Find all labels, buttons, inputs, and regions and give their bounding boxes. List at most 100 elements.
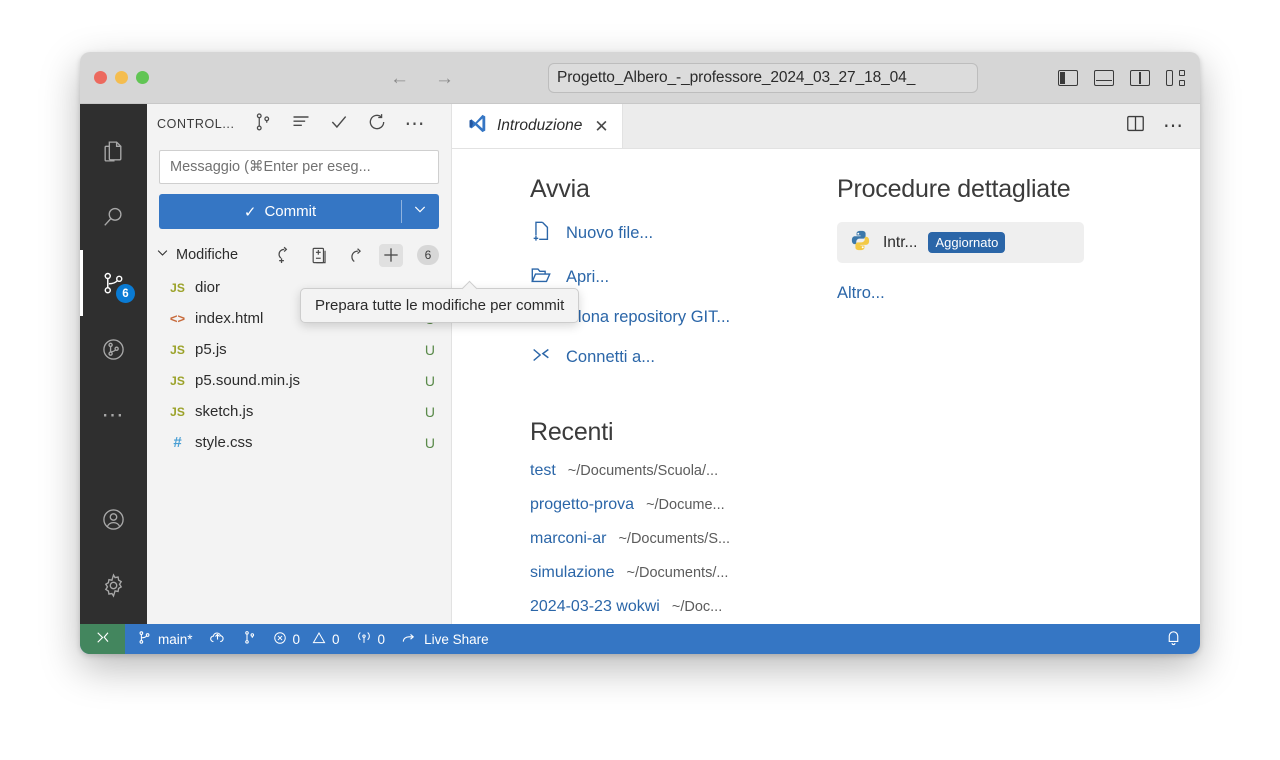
refresh-icon[interactable] (367, 112, 387, 137)
commit-button[interactable]: ✓ Commit (159, 194, 401, 229)
toggle-primary-sidebar-icon[interactable] (1058, 70, 1078, 86)
tab-introduzione[interactable]: Introduzione ✕ (452, 104, 623, 148)
view-as-list-icon[interactable] (291, 112, 311, 137)
sidebar-item-explorer[interactable] (80, 118, 147, 184)
list-item[interactable]: JS p5.sound.min.js U (147, 365, 451, 396)
status-source-control-graph[interactable] (234, 624, 265, 654)
command-center[interactable]: Progetto_Albero_-_professore_2024_03_27_… (548, 63, 978, 93)
recent-item[interactable]: progetto-prova ~/Docume... (530, 496, 772, 514)
file-status: U (424, 403, 435, 420)
start-item-open[interactable]: Apri... (530, 264, 772, 291)
status-sync[interactable] (201, 624, 234, 654)
sidebar-item-source-control[interactable]: 6 (80, 250, 147, 316)
recent-name: progetto-prova (530, 496, 635, 513)
tab-label: Introduzione (497, 117, 583, 134)
status-ports[interactable]: 0 (348, 624, 394, 654)
files-icon (101, 139, 126, 164)
recent-name: simulazione (530, 564, 615, 581)
start-heading: Avvia (530, 175, 590, 203)
start-item-new-file[interactable]: Nuovo file... (530, 220, 772, 247)
stash-changes-icon[interactable] (271, 244, 295, 267)
start-item-label: Apri... (566, 268, 610, 286)
list-item[interactable]: # style.css U (147, 427, 451, 458)
file-name: p5.sound.min.js (195, 372, 301, 389)
chevron-down-icon (413, 202, 427, 221)
css-file-icon: # (173, 434, 182, 451)
changes-label: Modifiche (176, 247, 239, 263)
error-icon (273, 631, 287, 648)
window-body: 6 ⋯ CONTROL... ⋯ Messaggio (⌘Enter per e… (80, 104, 1200, 624)
editor-area: Introduzione ✕ ⋯ Avvia Nuovo file... Apr… (452, 104, 1200, 624)
file-status: U (424, 341, 435, 358)
sidebar-title: CONTROL... (157, 117, 235, 131)
list-item[interactable]: JS p5.js U (147, 334, 451, 365)
toggle-panel-icon[interactable] (1094, 70, 1114, 86)
commit-dropdown-button[interactable] (401, 194, 439, 229)
sync-cloud-icon (209, 630, 226, 648)
open-changes-icon[interactable] (307, 244, 331, 267)
sidebar-more-actions-icon[interactable]: ⋯ (405, 114, 426, 134)
activity-bar: 6 ⋯ (80, 104, 147, 624)
file-name: style.css (195, 434, 253, 451)
split-editor-icon[interactable] (1126, 115, 1145, 137)
recent-item[interactable]: 2024-03-23 wokwi ~/Doc... (530, 598, 772, 616)
maximize-window-button[interactable] (136, 71, 149, 84)
commit-check-icon[interactable] (329, 112, 349, 137)
account-icon (101, 507, 126, 532)
title-bar: ← → Progetto_Albero_-_professore_2024_03… (80, 52, 1200, 104)
status-live-share[interactable]: Live Share (393, 624, 497, 654)
start-item-label: Connetti a... (566, 348, 655, 366)
list-item[interactable]: JS sketch.js U (147, 396, 451, 427)
walkthrough-card[interactable]: Intr... Aggiornato (837, 222, 1084, 263)
view-as-tree-icon[interactable] (253, 112, 273, 137)
status-notifications[interactable] (1165, 629, 1200, 649)
run-debug-icon (101, 337, 126, 362)
radio-tower-icon (356, 630, 372, 648)
status-badge: Aggiornato (928, 232, 1006, 253)
sidebar-item-run-and-debug[interactable] (80, 316, 147, 382)
close-icon[interactable]: ✕ (594, 118, 608, 135)
recent-name: 2024-03-23 wokwi (530, 598, 660, 615)
commit-button-label: Commit (264, 203, 317, 220)
stage-all-changes-icon[interactable] (379, 243, 403, 267)
editor-more-actions-icon[interactable]: ⋯ (1163, 116, 1184, 136)
remote-indicator-button[interactable] (80, 624, 125, 654)
live-share-label: Live Share (424, 631, 489, 647)
discard-all-changes-icon[interactable] (343, 244, 367, 267)
recent-item[interactable]: marconi-ar ~/Documents/S... (530, 530, 772, 548)
start-item-connect-to[interactable]: Connetti a... (530, 344, 772, 371)
toggle-secondary-sidebar-icon[interactable] (1130, 70, 1150, 86)
navigation-arrows: ← → (390, 52, 454, 104)
html-file-icon: <> (169, 311, 186, 326)
changes-section-header[interactable]: Modifiche 6 (147, 240, 451, 270)
file-name: dior (195, 279, 221, 296)
manage-settings-button[interactable] (80, 552, 147, 618)
sidebar-item-search[interactable] (80, 184, 147, 250)
stage-all-changes-tooltip: Prepara tutte le modifiche per commit (300, 288, 580, 323)
go-back-icon[interactable]: ← (390, 69, 409, 88)
changes-count-badge: 6 (417, 245, 439, 265)
search-icon (101, 205, 126, 230)
status-problems[interactable]: 0 0 (265, 624, 348, 654)
recent-item[interactable]: test ~/Documents/Scuola/... (530, 462, 772, 480)
welcome-right-column: Procedure dettagliate Intr... Aggiornato (772, 175, 1200, 624)
status-branch[interactable]: main* (125, 624, 201, 654)
commit-message-input[interactable]: Messaggio (⌘Enter per eseg... (159, 150, 439, 184)
ports-count: 0 (377, 631, 386, 647)
minimize-window-button[interactable] (115, 71, 128, 84)
gear-icon (101, 572, 126, 598)
go-forward-icon[interactable]: → (435, 69, 454, 88)
customize-layout-icon[interactable] (1166, 70, 1186, 86)
recent-path: ~/Documents/S... (618, 531, 731, 547)
warning-count: 0 (332, 631, 340, 647)
commit-check-glyph: ✓ (243, 203, 257, 221)
source-control-graph-icon (242, 630, 257, 648)
file-name: sketch.js (195, 403, 254, 420)
recent-item[interactable]: simulazione ~/Documents/... (530, 564, 772, 582)
sidebar-item-more-views[interactable]: ⋯ (80, 382, 147, 448)
recent-path: ~/Documents/... (626, 565, 729, 581)
accounts-button[interactable] (80, 486, 147, 552)
sidebar-header-actions: ⋯ (253, 112, 426, 137)
close-window-button[interactable] (94, 71, 107, 84)
walkthroughs-more-link[interactable]: Altro... (837, 284, 1200, 303)
